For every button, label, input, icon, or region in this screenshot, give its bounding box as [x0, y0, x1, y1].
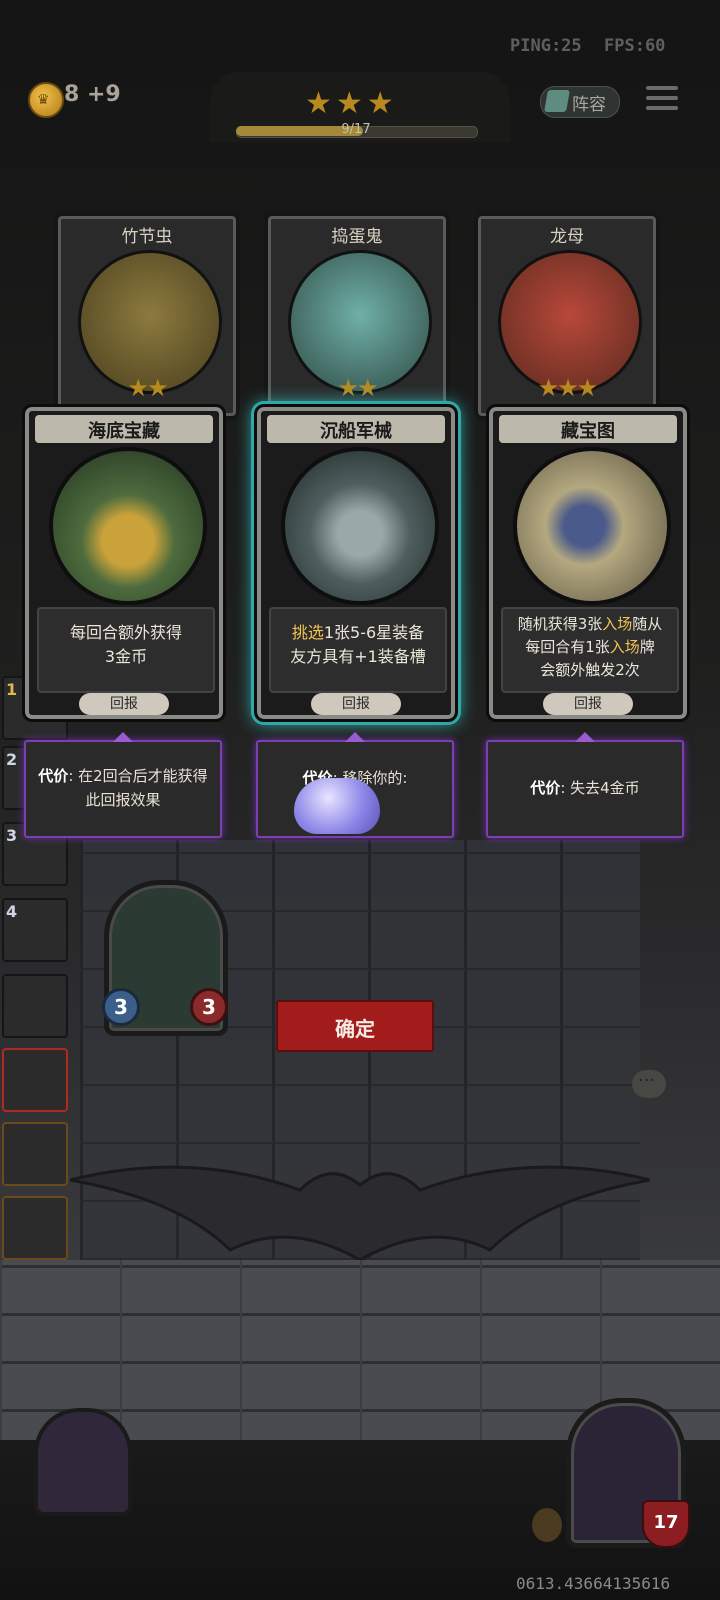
- hero-name: 捣蛋鬼: [331, 227, 383, 247]
- queue-slot-5[interactable]: [2, 974, 68, 1038]
- card-description: 挑选1张5-6星装备 友方具有+1装备槽: [271, 621, 445, 669]
- queue-slot-6[interactable]: [2, 1048, 68, 1112]
- hero-stars: ★★★: [537, 374, 599, 402]
- cost-arrow: [345, 732, 365, 742]
- card-description: 随机获得3张入场随从 每回合有1张入场牌 会额外触发2次: [503, 613, 677, 682]
- desc-text: 随机获得3张: [517, 615, 603, 633]
- blessing-card-1[interactable]: 海底宝藏 每回合额外获得 3金币 回报: [22, 404, 226, 722]
- desc-text: 牌: [639, 638, 655, 656]
- confirm-button[interactable]: 确定: [276, 1000, 434, 1052]
- attack-stat: 3: [102, 988, 140, 1026]
- queue-number: 2: [6, 750, 18, 769]
- crown-icon: ♛: [37, 92, 50, 108]
- cost-text: 代价: 失去4金币: [494, 776, 676, 800]
- desc-text: 随从: [632, 615, 663, 633]
- card-description-box: 挑选1张5-6星装备 友方具有+1装备槽: [269, 607, 447, 693]
- cost-panel-3: 代价: 失去4金币: [486, 732, 684, 838]
- desc-highlight: 挑选: [291, 623, 324, 642]
- hero-portrait: [78, 250, 222, 394]
- cost-panel-1: 代价: 在2回合后才能获得此回报效果: [24, 732, 222, 838]
- reward-label: 回报: [311, 693, 401, 715]
- treasure-chest-art: [49, 447, 207, 605]
- chat-bubble-icon[interactable]: [632, 1070, 666, 1098]
- desc-highlight: 入场: [602, 615, 633, 633]
- cost-arrow: [113, 732, 133, 742]
- hero-card-2[interactable]: 捣蛋鬼 ★★: [264, 212, 450, 420]
- desc-text: 1张5-6星装备: [323, 623, 425, 642]
- desc-line: 3金币: [104, 647, 148, 666]
- hero-stars: ★★: [337, 374, 378, 402]
- queue-slot-8[interactable]: [2, 1196, 68, 1260]
- card-title: 海底宝藏: [88, 421, 160, 442]
- treasure-map-art: [513, 447, 671, 605]
- reward-label: 回报: [79, 693, 169, 715]
- hero-portrait: [288, 250, 432, 394]
- desc-highlight: 入场: [609, 638, 640, 656]
- desc-line: 每回合额外获得: [69, 623, 182, 642]
- cost-detail: : 在2回合后才能获得此回报效果: [68, 767, 208, 809]
- session-id: 0613.43664135616: [516, 1574, 671, 1593]
- hero-name: 龙母: [550, 227, 584, 247]
- ping-readout: PING:25: [510, 36, 582, 56]
- hero-stars: ★★: [127, 374, 168, 402]
- hero-portrait: [498, 250, 642, 394]
- reward-label: 回报: [543, 693, 633, 715]
- gold-count: 8 +9: [64, 82, 121, 107]
- cost-label: 代价: [530, 779, 561, 797]
- item-bag-icon[interactable]: [34, 1408, 132, 1516]
- cost-label: 代价: [38, 767, 69, 785]
- blessing-card-3[interactable]: 藏宝图 随机获得3张入场随从 每回合有1张入场牌 会额外触发2次 回报: [486, 404, 690, 722]
- hero-card-1[interactable]: 竹节虫 ★★: [54, 212, 240, 420]
- hamburger-menu-icon[interactable]: [646, 86, 678, 114]
- queue-slot-4[interactable]: 4: [2, 898, 68, 962]
- health-stat: 3: [190, 988, 228, 1026]
- bat-emblem: [70, 1165, 650, 1260]
- card-description-box: 随机获得3张入场随从 每回合有1张入场牌 会额外触发2次: [501, 607, 679, 693]
- book-icon: [544, 90, 570, 112]
- card-title: 藏宝图: [561, 421, 615, 442]
- bell-icon[interactable]: [532, 1508, 562, 1542]
- queue-number: 1: [6, 680, 18, 699]
- desc-line: 友方具有+1装备槽: [290, 647, 426, 666]
- queue-number: 4: [6, 902, 18, 921]
- blessing-card-2[interactable]: 沉船军械 挑选1张5-6星装备 友方具有+1装备槽 回报: [254, 404, 458, 722]
- queue-number: 3: [6, 826, 18, 845]
- card-description-box: 每回合额外获得 3金币: [37, 607, 215, 693]
- cost-text: 代价: 在2回合后才能获得此回报效果: [32, 764, 214, 812]
- hero-card-3[interactable]: 龙母 ★★★: [474, 212, 660, 420]
- slime-minion-icon: [294, 778, 380, 834]
- desc-text: 每回合有1张: [525, 638, 610, 656]
- xp-progress-text: 9/17: [341, 122, 371, 137]
- confirm-label: 确定: [335, 1017, 375, 1041]
- queue-slot-7[interactable]: [2, 1122, 68, 1186]
- player-health-badge: 17: [642, 1500, 690, 1548]
- card-title: 沉船军械: [320, 421, 392, 442]
- lineup-label: 阵容: [572, 95, 606, 115]
- cost-detail: : 失去4金币: [560, 779, 640, 797]
- hero-name: 竹节虫: [121, 227, 173, 247]
- tier-stars: ★★★: [305, 86, 398, 121]
- desc-line: 会额外触发2次: [540, 661, 640, 679]
- card-description: 每回合额外获得 3金币: [39, 621, 213, 669]
- fps-readout: FPS:60: [604, 36, 666, 56]
- cost-arrow: [575, 732, 595, 742]
- weapon-crate-art: [281, 447, 439, 605]
